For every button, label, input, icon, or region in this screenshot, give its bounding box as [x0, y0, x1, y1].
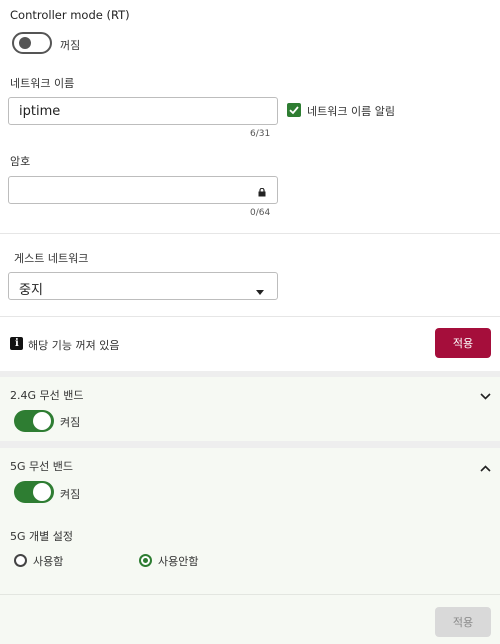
chevron-up-icon[interactable] — [480, 461, 491, 475]
guest-network-select[interactable]: 중지 — [8, 272, 278, 300]
check-icon — [289, 106, 299, 115]
network-name-field[interactable] — [8, 97, 278, 125]
band-24-toggle[interactable] — [14, 410, 54, 432]
guest-network-selected: 중지 — [19, 283, 43, 298]
lock-icon[interactable] — [258, 186, 266, 200]
section-divider — [0, 233, 500, 234]
guest-apply-button[interactable]: 적용 — [435, 328, 491, 358]
band-24-label: 2.4G 무선 밴드 — [10, 389, 84, 402]
radio-not-use[interactable] — [139, 554, 152, 567]
toggle-knob — [33, 483, 51, 501]
password-input[interactable] — [9, 177, 277, 203]
band-5-apply-button[interactable]: 적용 — [435, 607, 491, 637]
password-label: 암호 — [10, 155, 31, 168]
radio-use-label: 사용함 — [33, 555, 64, 568]
radio-use[interactable] — [14, 554, 27, 567]
toggle-knob — [33, 412, 51, 430]
network-name-counter: 6/31 — [250, 129, 271, 139]
section-divider — [0, 594, 500, 595]
band-24-state: 켜짐 — [60, 416, 81, 429]
band-5-state: 켜짐 — [60, 488, 81, 501]
band-5-individual-label: 5G 개별 설정 — [10, 530, 73, 543]
caret-down-icon — [256, 284, 264, 298]
band-5-panel — [0, 448, 500, 644]
broadcast-name-label: 네트워크 이름 알림 — [307, 105, 395, 118]
network-name-input[interactable] — [9, 98, 277, 124]
controller-mode-state: 꺼짐 — [60, 39, 81, 52]
password-counter: 0/64 — [250, 208, 271, 218]
band-5-toggle[interactable] — [14, 481, 54, 503]
band-5-label: 5G 무선 밴드 — [10, 460, 73, 473]
section-separator — [0, 441, 500, 448]
guest-info-text: 해당 기능 꺼져 있음 — [28, 339, 120, 352]
toggle-knob — [19, 37, 31, 49]
info-icon: i — [10, 337, 23, 350]
network-name-label: 네트워크 이름 — [10, 77, 75, 90]
chevron-down-icon[interactable] — [480, 389, 491, 403]
controller-mode-label: Controller mode (RT) — [10, 8, 130, 22]
password-field[interactable] — [8, 176, 278, 204]
section-divider — [0, 316, 500, 317]
guest-network-label: 게스트 네트워크 — [14, 252, 89, 265]
controller-mode-toggle[interactable] — [12, 32, 52, 54]
radio-not-use-label: 사용안함 — [158, 555, 199, 568]
broadcast-name-checkbox[interactable] — [287, 103, 301, 117]
